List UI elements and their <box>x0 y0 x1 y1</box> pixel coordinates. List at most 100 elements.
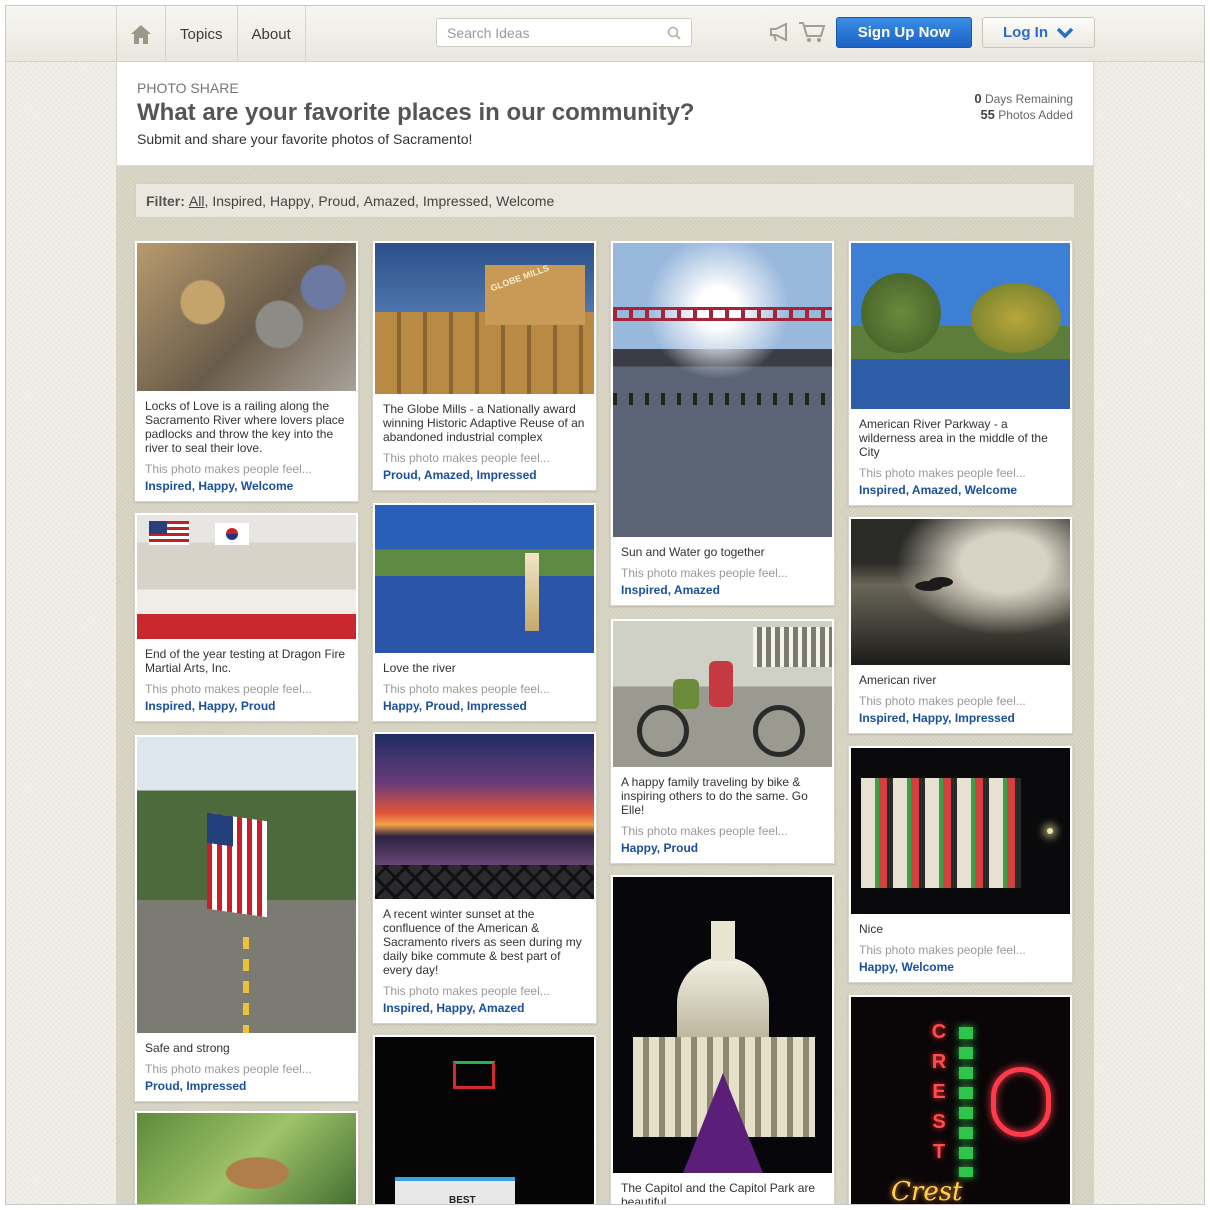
search-icon[interactable] <box>667 26 681 40</box>
feel-prompt: This photo makes people feel... <box>383 682 550 696</box>
feeling-tag-inspired[interactable]: Inspired <box>145 699 192 713</box>
photo-card[interactable]: American river This photo makes people f… <box>848 516 1073 734</box>
filter-proud[interactable]: Proud <box>318 193 355 209</box>
photo-card[interactable]: A recent winter sunset at the confluence… <box>372 731 597 1024</box>
feeling-tag-welcome[interactable]: Welcome <box>901 960 953 974</box>
filter-all[interactable]: All <box>189 193 205 209</box>
section-kicker: PHOTO SHARE <box>137 80 239 96</box>
feeling-tag-inspired[interactable]: Inspired <box>859 483 906 497</box>
photo-globe-mills[interactable]: GLOBE MILLS <box>375 243 594 394</box>
photo-locks-of-love[interactable] <box>137 243 356 391</box>
flag-korea <box>215 523 249 545</box>
page-title: What are your favorite places in our com… <box>137 99 695 126</box>
feeling-tag-impressed[interactable]: Impressed <box>955 711 1015 725</box>
feeling-tag-amazed[interactable]: Amazed <box>912 483 958 497</box>
feeling-tag-proud[interactable]: Proud <box>425 699 460 713</box>
megaphone-icon[interactable] <box>768 21 794 43</box>
photo-card[interactable]: Locks of Love is a railing along the Sac… <box>134 240 359 502</box>
feeling-tag-happy[interactable]: Happy <box>912 711 948 725</box>
feeling-tags: Inspired, Amazed <box>613 580 832 605</box>
photo-winter-sunset[interactable] <box>375 734 594 899</box>
photo-caption: The Capitol and the Capitol Park are bea… <box>621 1181 816 1205</box>
feeling-tag-proud[interactable]: Proud <box>145 1079 180 1093</box>
feeling-tag-happy[interactable]: Happy <box>198 699 234 713</box>
home-button[interactable] <box>116 6 165 62</box>
feeling-tag-impressed[interactable]: Impressed <box>477 468 537 482</box>
search-input[interactable] <box>447 24 667 41</box>
feeling-tag-amazed[interactable]: Amazed <box>424 468 470 482</box>
feeling-tag-happy[interactable]: Happy <box>621 841 657 855</box>
photo-caption: Love the river <box>383 661 456 675</box>
photo-giraffe[interactable] <box>137 1113 356 1204</box>
feel-prompt: This photo makes people feel... <box>145 682 312 696</box>
campaign-stats: 0 Days Remaining 55 Photos Added <box>974 91 1073 123</box>
photo-card[interactable]: CREST Crest <box>848 994 1073 1205</box>
page-header: PHOTO SHARE What are your favorite place… <box>116 62 1094 166</box>
feeling-tag-impressed[interactable]: Impressed <box>467 699 527 713</box>
feel-prompt: This photo makes people feel... <box>383 451 550 465</box>
photo-sun-and-water[interactable] <box>613 243 832 537</box>
feeling-tag-happy[interactable]: Happy <box>859 960 895 974</box>
photo-martial-arts[interactable] <box>137 515 356 639</box>
tag-separator: , <box>948 711 955 725</box>
cart-icon[interactable] <box>798 20 826 44</box>
feeling-tag-happy[interactable]: Happy <box>198 479 234 493</box>
filter-amazed[interactable]: Amazed <box>364 193 415 209</box>
photo-caption: Sun and Water go together <box>621 545 765 559</box>
log-in-button[interactable]: Log In <box>982 17 1095 48</box>
photo-card[interactable]: Sun and Water go together This photo mak… <box>610 240 835 606</box>
photo-card[interactable]: A happy family traveling by bike & inspi… <box>610 618 835 864</box>
photo-card[interactable]: BEST <box>372 1034 597 1204</box>
photo-card[interactable]: The Capitol and the Capitol Park are bea… <box>610 874 835 1205</box>
crest-script: Crest <box>891 1177 963 1205</box>
nav-topics-link[interactable]: Topics <box>165 6 237 62</box>
feeling-tag-proud[interactable]: Proud <box>663 841 698 855</box>
sign-up-button[interactable]: Sign Up Now <box>836 17 972 48</box>
feeling-tag-proud[interactable]: Proud <box>241 699 276 713</box>
feeling-tag-happy[interactable]: Happy <box>383 699 419 713</box>
feeling-tag-amazed[interactable]: Amazed <box>478 1001 524 1015</box>
photo-caption: Locks of Love is a railing along the Sac… <box>145 399 345 455</box>
photo-card[interactable]: GLOBE MILLS The Globe Mills - a National… <box>372 240 597 491</box>
photo-nice[interactable] <box>851 748 1070 914</box>
feeling-tag-proud[interactable]: Proud <box>383 468 418 482</box>
filter-impressed[interactable]: Impressed <box>423 193 488 209</box>
feeling-tags: Inspired, Amazed, Welcome <box>851 480 1070 505</box>
photo-card[interactable] <box>134 1110 359 1204</box>
feeling-tag-amazed[interactable]: Amazed <box>674 583 720 597</box>
feeling-tag-inspired[interactable]: Inspired <box>145 479 192 493</box>
photo-family-bike[interactable] <box>613 621 832 767</box>
feeling-tag-happy[interactable]: Happy <box>436 1001 472 1015</box>
photos-added-value: 55 <box>980 107 995 122</box>
filter-welcome[interactable]: Welcome <box>496 193 554 209</box>
feeling-tag-inspired[interactable]: Inspired <box>859 711 906 725</box>
photo-tower-theater[interactable]: BEST <box>375 1037 594 1204</box>
photo-card[interactable]: End of the year testing at Dragon Fire M… <box>134 512 359 722</box>
photo-american-river-parkway[interactable] <box>851 243 1070 409</box>
feeling-tags: Inspired, Happy, Welcome <box>137 476 356 501</box>
photo-card[interactable]: Safe and strong This photo makes people … <box>134 734 359 1102</box>
filter-happy[interactable]: Happy <box>270 193 310 209</box>
photo-love-the-river[interactable] <box>375 505 594 653</box>
photo-crest-theatre[interactable]: CREST Crest <box>851 997 1070 1205</box>
photo-american-river[interactable] <box>851 519 1070 665</box>
feeling-tag-welcome[interactable]: Welcome <box>965 483 1017 497</box>
filter-label: Filter: <box>146 192 185 209</box>
feel-prompt: This photo makes people feel... <box>383 984 550 998</box>
photo-capitol[interactable] <box>613 877 832 1173</box>
photo-gallery: Filter: All, Inspired, Happy, Proud, Ama… <box>116 166 1094 1205</box>
feeling-tag-welcome[interactable]: Welcome <box>241 479 293 493</box>
photo-safe-and-strong[interactable] <box>137 737 356 1033</box>
feeling-tag-impressed[interactable]: Impressed <box>186 1079 246 1093</box>
photo-card[interactable]: American River Parkway - a wilderness ar… <box>848 240 1073 506</box>
tag-separator: , <box>234 479 241 493</box>
chevron-down-icon <box>1056 27 1074 38</box>
feeling-tag-inspired[interactable]: Inspired <box>621 583 668 597</box>
feeling-tag-inspired[interactable]: Inspired <box>383 1001 430 1015</box>
nav-about-link[interactable]: About <box>236 6 306 62</box>
feel-prompt: This photo makes people feel... <box>621 824 788 838</box>
photo-card[interactable]: Nice This photo makes people feel... Hap… <box>848 745 1073 983</box>
utility-icons <box>768 20 826 44</box>
filter-inspired[interactable]: Inspired <box>212 193 262 209</box>
photo-card[interactable]: Love the river This photo makes people f… <box>372 502 597 722</box>
